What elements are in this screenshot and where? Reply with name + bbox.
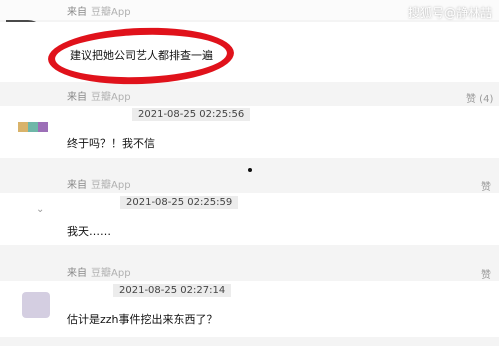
comment-text: 我天……: [67, 225, 111, 238]
avatar-mark: ⌄: [36, 204, 45, 215]
app-link[interactable]: 豆瓣App: [91, 7, 131, 18]
source-label: 来自: [67, 180, 87, 191]
comment-text: 终于吗？！我不信: [67, 137, 155, 150]
app-link[interactable]: 豆瓣App: [91, 268, 131, 279]
comment-card: [0, 281, 499, 337]
comment-text: 估计是zzh事件挖出来东西了？: [67, 313, 218, 326]
avatar[interactable]: [14, 288, 60, 326]
source-label: 来自: [67, 7, 87, 18]
like-button[interactable]: 赞: [481, 266, 491, 281]
app-link[interactable]: 豆瓣App: [91, 92, 131, 103]
source-label: 来自: [67, 92, 87, 103]
comment-source: 来自 豆瓣App: [67, 176, 131, 191]
avatar[interactable]: [14, 112, 60, 150]
comment-source: 来自 豆瓣App: [67, 88, 131, 103]
comment-source: 来自 豆瓣App: [67, 3, 131, 18]
source-label: 来自: [67, 268, 87, 279]
like-button[interactable]: 赞 (4): [466, 90, 493, 105]
watermark: 搜狐号@静林喆: [408, 6, 493, 20]
comment-timestamp: 2021-08-25 02:25:56: [132, 108, 251, 121]
stray-dot: [248, 168, 252, 172]
avatar[interactable]: ⌄: [14, 198, 60, 236]
comment-source: 来自 豆瓣App: [67, 264, 131, 279]
like-button[interactable]: 赞: [481, 178, 491, 193]
comment-timestamp: 2021-08-25 02:27:14: [113, 284, 232, 297]
comment-timestamp: 2021-08-25 02:25:59: [120, 196, 239, 209]
app-link[interactable]: 豆瓣App: [91, 180, 131, 191]
